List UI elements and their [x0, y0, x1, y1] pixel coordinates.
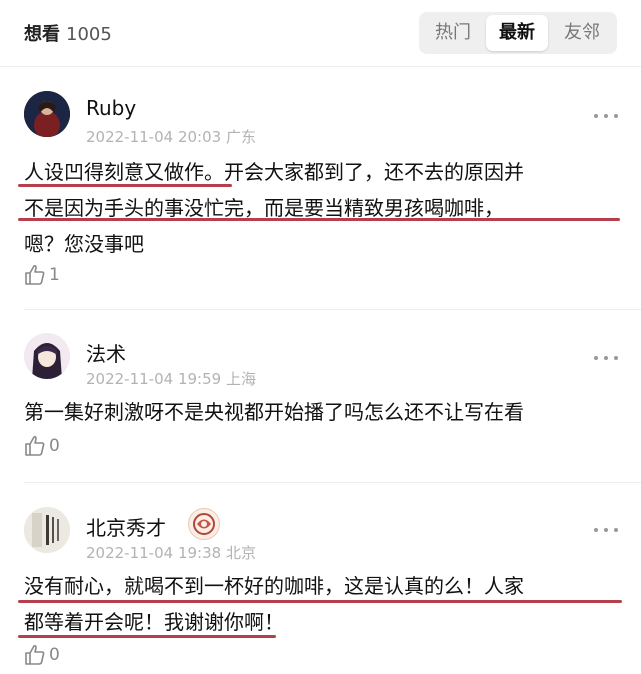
- comment-text: 第一集好刺激呀不是央视都开始播了吗怎么还不让写在看: [24, 394, 624, 430]
- more-dots-icon[interactable]: [594, 526, 618, 534]
- thumbs-up-icon: [25, 644, 45, 665]
- header: 想看 1005 热门 最新 友邻: [0, 0, 641, 66]
- highlight-underline: [18, 635, 276, 638]
- comment-date: 2022-11-04 20:03: [86, 128, 222, 146]
- header-divider: [0, 66, 641, 67]
- comment-meta: 2022-11-04 19:38 北京: [86, 542, 256, 563]
- highlight-underline: [18, 600, 622, 603]
- avatar[interactable]: [24, 507, 70, 553]
- comment-date: 2022-11-04 19:38: [86, 544, 222, 562]
- like-button[interactable]: 0: [24, 644, 60, 668]
- like-count: 1: [49, 265, 60, 285]
- comment-line: 没有耐心，就喝不到一杯好的咖啡，这是认真的么！人家: [24, 574, 524, 598]
- comment-text: 没有耐心，就喝不到一杯好的咖啡，这是认真的么！人家 都等着开会呢！我谢谢你啊！: [24, 568, 624, 640]
- avatar[interactable]: [24, 91, 70, 137]
- like-count: 0: [49, 436, 60, 456]
- avatar-image: [24, 507, 70, 553]
- more-dots-icon[interactable]: [594, 354, 618, 362]
- tab-friends[interactable]: 友邻: [551, 15, 613, 51]
- comment-meta: 2022-11-04 20:03 广东: [86, 126, 256, 147]
- highlight-underline: [18, 218, 620, 221]
- comment-location: 北京: [225, 544, 256, 562]
- title-label: 想看: [24, 24, 60, 45]
- tab-latest[interactable]: 最新: [486, 15, 548, 51]
- comment-date: 2022-11-04 19:59: [86, 370, 222, 388]
- comment-divider: [24, 309, 641, 310]
- avatar-image: [24, 91, 70, 137]
- more-dots-icon[interactable]: [594, 112, 618, 120]
- user-badge-icon: [188, 508, 220, 540]
- comment-line: 第一集好刺激呀不是央视都开始播了吗怎么还不让写在看: [24, 400, 524, 424]
- thumbs-up-icon: [25, 264, 45, 285]
- comment-location: 上海: [225, 370, 256, 388]
- username[interactable]: Ruby: [86, 96, 136, 120]
- comment-line: 嗯？您没事吧: [24, 232, 144, 256]
- thumbs-up-icon: [25, 435, 45, 456]
- wish-count: 1005: [66, 24, 112, 45]
- comment-meta: 2022-11-04 19:59 上海: [86, 368, 256, 389]
- sort-segmented-control: 热门 最新 友邻: [419, 12, 617, 54]
- page-title: 想看 1005: [24, 20, 112, 46]
- like-button[interactable]: 0: [24, 435, 60, 459]
- username[interactable]: 法术: [86, 338, 126, 367]
- comment-text: 人设凹得刻意又做作。开会大家都到了，还不去的原因并 不是因为手头的事没忙完，而是…: [24, 154, 624, 262]
- comment-divider: [24, 482, 641, 483]
- avatar[interactable]: [24, 333, 70, 379]
- like-button[interactable]: 1: [24, 264, 60, 288]
- avatar-image: [24, 333, 70, 379]
- highlight-underline: [18, 184, 232, 187]
- like-count: 0: [49, 645, 60, 665]
- comment-location: 广东: [225, 128, 256, 146]
- tab-hot[interactable]: 热门: [422, 15, 484, 51]
- username[interactable]: 北京秀才: [86, 512, 166, 541]
